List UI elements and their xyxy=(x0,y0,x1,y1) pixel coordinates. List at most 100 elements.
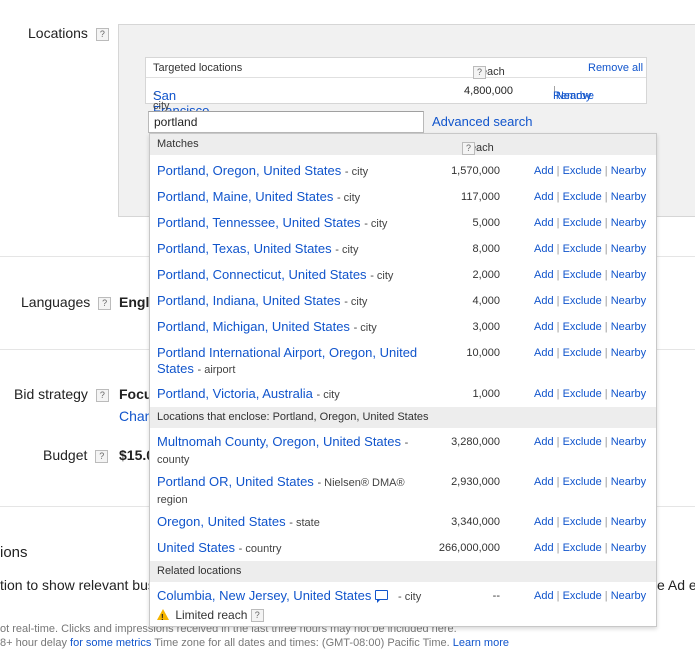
bid-change-link[interactable]: Chan xyxy=(119,408,152,424)
nearby-link[interactable]: Nearby xyxy=(611,217,646,229)
section-text: tion to show relevant busi xyxy=(0,577,158,593)
help-icon[interactable]: ? xyxy=(250,609,264,622)
location-row: Portland, Connecticut, United States - c… xyxy=(150,266,656,292)
bid-strategy-label: Bid strategy ? xyxy=(14,386,109,402)
nearby-link[interactable]: Nearby xyxy=(611,516,646,528)
help-icon[interactable]: ? xyxy=(95,28,109,41)
exclude-link[interactable]: Exclude xyxy=(563,191,602,203)
location-row: Portland, Victoria, Australia - city 1,00… xyxy=(150,385,656,407)
location-name[interactable]: Portland, Tennessee, United States xyxy=(157,215,361,230)
location-name[interactable]: Columbia, New Jersey, United States xyxy=(157,588,371,603)
add-link[interactable]: Add xyxy=(534,516,554,528)
location-reach: 2,000 xyxy=(472,269,500,281)
add-link[interactable]: Add xyxy=(534,269,554,281)
location-search-input[interactable] xyxy=(148,111,424,133)
add-link[interactable]: Add xyxy=(534,347,554,359)
location-name[interactable]: Multnomah County, Oregon, United States xyxy=(157,434,401,449)
exclude-link[interactable]: Exclude xyxy=(563,347,602,359)
advanced-search-link[interactable]: Advanced search xyxy=(432,114,532,129)
location-row: Columbia, New Jersey, United States - ci… xyxy=(150,586,656,626)
nearby-link[interactable]: Nearby xyxy=(611,436,646,448)
exclude-link[interactable]: Exclude xyxy=(563,388,602,400)
languages-text: Languages xyxy=(21,294,91,310)
location-name[interactable]: United States xyxy=(157,540,235,555)
nearby-link[interactable]: Nearby xyxy=(611,388,646,400)
add-link[interactable]: Add xyxy=(534,476,554,488)
location-name[interactable]: Portland, Connecticut, United States xyxy=(157,267,367,282)
nearby-link[interactable]: Nearby xyxy=(611,191,646,203)
row-actions: Add | Exclude | Nearby xyxy=(534,516,647,528)
related-header-label: Related locations xyxy=(157,565,242,577)
nearby-link[interactable]: Nearby xyxy=(556,90,591,102)
location-row: Portland, Maine, United States - city 117… xyxy=(150,188,656,214)
section-title: ions xyxy=(0,544,28,561)
add-link[interactable]: Add xyxy=(534,388,554,400)
nearby-link[interactable]: Nearby xyxy=(611,165,646,177)
nearby-link[interactable]: Nearby xyxy=(611,295,646,307)
location-row: United States - country 266,000,000 Add | … xyxy=(150,539,656,561)
nearby-link[interactable]: Nearby xyxy=(611,243,646,255)
location-row: Portland, Michigan, United States - city… xyxy=(150,318,656,344)
location-row: Portland International Airport, Oregon, … xyxy=(150,344,656,384)
add-link[interactable]: Add xyxy=(534,243,554,255)
targeted-location-type: - city xyxy=(153,88,170,112)
add-link[interactable]: Add xyxy=(534,295,554,307)
nearby-link[interactable]: Nearby xyxy=(611,347,646,359)
exclude-link[interactable]: Exclude xyxy=(563,516,602,528)
footer-delay: 8+ hour delay xyxy=(0,637,67,649)
row-actions: Add | Exclude | Nearby xyxy=(534,243,647,255)
footer-metrics-link[interactable]: for some metrics xyxy=(70,637,151,649)
location-name[interactable]: Oregon, United States xyxy=(157,514,286,529)
add-link[interactable]: Add xyxy=(534,590,554,602)
exclude-link[interactable]: Exclude xyxy=(563,269,602,281)
exclude-link[interactable]: Exclude xyxy=(563,542,602,554)
location-name[interactable]: Portland, Michigan, United States xyxy=(157,319,350,334)
location-suggestions-dropdown: Matches Reach ? Portland, Oregon, United… xyxy=(149,133,657,627)
exclude-link[interactable]: Exclude xyxy=(563,436,602,448)
exclude-link[interactable]: Exclude xyxy=(563,476,602,488)
nearby-link[interactable]: Nearby xyxy=(611,542,646,554)
help-icon[interactable]: ? xyxy=(98,297,112,310)
location-reach: 117,000 xyxy=(461,191,500,203)
exclude-link[interactable]: Exclude xyxy=(563,165,602,177)
location-reach: 3,340,000 xyxy=(451,516,500,528)
add-link[interactable]: Add xyxy=(534,436,554,448)
targeted-locations-table: Targeted locations Reach ? Remove all Sa… xyxy=(145,57,647,163)
add-link[interactable]: Add xyxy=(534,165,554,177)
exclude-link[interactable]: Exclude xyxy=(563,295,602,307)
nearby-link[interactable]: Nearby xyxy=(611,269,646,281)
location-type: - country xyxy=(238,543,282,555)
nearby-link[interactable]: Nearby xyxy=(611,590,646,602)
budget-text: Budget xyxy=(43,447,88,463)
exclude-link[interactable]: Exclude xyxy=(563,217,602,229)
locations-text: Locations xyxy=(28,25,88,41)
location-name[interactable]: Portland, Maine, United States xyxy=(157,189,333,204)
location-name[interactable]: Portland, Texas, United States xyxy=(157,241,332,256)
location-name[interactable]: Portland, Victoria, Australia xyxy=(157,386,313,401)
location-reach: -- xyxy=(492,590,500,602)
exclude-link[interactable]: Exclude xyxy=(563,590,602,602)
help-icon[interactable]: ? xyxy=(95,450,109,463)
location-name[interactable]: Portland OR, United States xyxy=(157,474,314,489)
add-link[interactable]: Add xyxy=(534,191,554,203)
location-name[interactable]: Portland, Indiana, United States xyxy=(157,293,341,308)
location-type: - city xyxy=(344,166,369,178)
nearby-link[interactable]: Nearby xyxy=(611,476,646,488)
footer-learn-more-link[interactable]: Learn more xyxy=(453,637,509,649)
add-link[interactable]: Add xyxy=(534,542,554,554)
add-link[interactable]: Add xyxy=(534,321,554,333)
add-link[interactable]: Add xyxy=(534,217,554,229)
location-type: - city xyxy=(344,296,368,308)
location-reach: 3,280,000 xyxy=(451,436,500,448)
help-icon[interactable]: ? xyxy=(462,142,475,155)
location-name[interactable]: Portland, Oregon, United States xyxy=(157,163,341,178)
help-icon[interactable]: ? xyxy=(95,389,109,402)
remove-all-link[interactable]: Remove all xyxy=(588,62,643,74)
nearby-link[interactable]: Nearby xyxy=(611,321,646,333)
location-type: - city xyxy=(336,192,361,204)
exclude-link[interactable]: Exclude xyxy=(563,243,602,255)
section-text-right: e Ad e xyxy=(657,577,695,593)
location-reach: 1,000 xyxy=(472,388,500,400)
exclude-link[interactable]: Exclude xyxy=(563,321,602,333)
row-actions: Add | Exclude | Nearby xyxy=(534,347,647,359)
